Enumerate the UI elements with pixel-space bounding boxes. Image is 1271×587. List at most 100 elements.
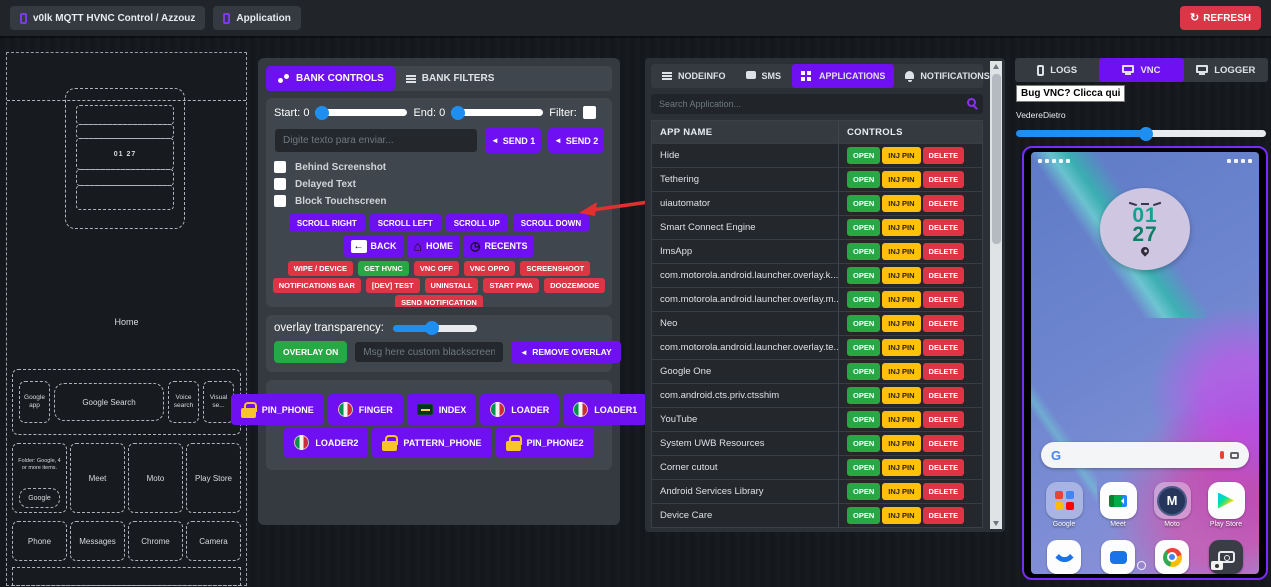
open-button[interactable]: OPEN bbox=[847, 507, 880, 524]
inject-loader1-button[interactable]: LOADER1 bbox=[563, 394, 647, 425]
app-moto[interactable]: M Moto bbox=[1147, 482, 1197, 528]
inj-pin-button[interactable]: INJ PIN bbox=[882, 219, 920, 236]
inject-index-button[interactable]: INDEX bbox=[407, 394, 477, 425]
open-button[interactable]: OPEN bbox=[847, 219, 880, 236]
start-pwa-button[interactable]: START PWA bbox=[483, 278, 539, 293]
wireframe-google-search[interactable]: Google Search bbox=[54, 383, 164, 421]
delete-button[interactable]: DELETE bbox=[923, 243, 965, 260]
wireframe-folder-google-button[interactable]: Google bbox=[19, 488, 60, 508]
scroll-left-button[interactable]: SCROLL LEFT bbox=[370, 214, 441, 232]
tab-bank-controls[interactable]: BANK CONTROLS bbox=[266, 66, 395, 91]
open-button[interactable]: OPEN bbox=[847, 339, 880, 356]
uninstall-button[interactable]: UNINSTALL bbox=[425, 278, 479, 293]
open-button[interactable]: OPEN bbox=[847, 243, 880, 260]
open-button[interactable]: OPEN bbox=[847, 387, 880, 404]
wireframe-google-folder[interactable]: Folder: Google, 4 or more items. Google bbox=[12, 443, 67, 513]
checkbox-block-touchscreen[interactable]: Block Touchscreen bbox=[274, 195, 604, 207]
scroll-down-arrow[interactable] bbox=[990, 518, 1002, 529]
inject-pin-phone2-button[interactable]: PIN_PHONE2 bbox=[496, 427, 594, 458]
checkbox-behind-screenshot[interactable]: Behind Screenshot bbox=[274, 161, 604, 173]
wireframe-box[interactable] bbox=[76, 169, 174, 186]
delete-button[interactable]: DELETE bbox=[923, 147, 965, 164]
nav-back-icon[interactable]: ‹ bbox=[1067, 559, 1071, 572]
checkbox-box[interactable] bbox=[274, 178, 286, 190]
inj-pin-button[interactable]: INJ PIN bbox=[882, 411, 920, 428]
send-text-input[interactable] bbox=[274, 128, 478, 153]
delete-button[interactable]: DELETE bbox=[923, 387, 965, 404]
wireframe-visual-search[interactable]: Visual se... bbox=[203, 381, 234, 423]
inj-pin-button[interactable]: INJ PIN bbox=[882, 363, 920, 380]
inj-pin-button[interactable]: INJ PIN bbox=[882, 483, 920, 500]
send1-button[interactable]: ► SEND 1 bbox=[485, 128, 541, 153]
tab-vnc[interactable]: VNC bbox=[1099, 58, 1183, 82]
wireframe-app-meet[interactable]: Meet bbox=[70, 443, 125, 513]
refresh-button[interactable]: ↻ REFRESH bbox=[1180, 6, 1261, 30]
wireframe-app-moto[interactable]: Moto bbox=[128, 443, 183, 513]
scroll-up-button[interactable]: SCROLL UP bbox=[446, 214, 508, 232]
open-button[interactable]: OPEN bbox=[847, 195, 880, 212]
delete-button[interactable]: DELETE bbox=[923, 171, 965, 188]
vedere-dietro-slider[interactable] bbox=[1016, 130, 1266, 137]
delete-button[interactable]: DELETE bbox=[923, 411, 965, 428]
home-button[interactable]: ⌂ HOME bbox=[407, 235, 460, 257]
search-application-input[interactable] bbox=[651, 94, 983, 114]
open-button[interactable]: OPEN bbox=[847, 435, 880, 452]
wireframe-voice-search[interactable]: Voice search bbox=[168, 381, 199, 423]
overlay-transparency-slider[interactable] bbox=[393, 325, 477, 332]
vnc-screen[interactable]: 01 27 G Google Meet M Moto bbox=[1031, 152, 1259, 574]
delete-button[interactable]: DELETE bbox=[923, 483, 965, 500]
delete-button[interactable]: DELETE bbox=[923, 363, 965, 380]
scroll-right-button[interactable]: SCROLL RIGHT bbox=[289, 214, 365, 232]
scroll-up-arrow[interactable] bbox=[990, 61, 1002, 72]
inject-pattern-phone-button[interactable]: PATTERN_PHONE bbox=[372, 427, 491, 458]
delete-button[interactable]: DELETE bbox=[923, 195, 965, 212]
doozemode-button[interactable]: DOOZEMODE bbox=[544, 278, 605, 293]
tab-applications[interactable]: APPLICATIONS bbox=[792, 64, 894, 88]
lens-camera-icon[interactable] bbox=[1230, 452, 1239, 459]
checkbox-delayed-text[interactable]: Delayed Text bbox=[274, 178, 604, 190]
delete-button[interactable]: DELETE bbox=[923, 507, 965, 524]
delete-button[interactable]: DELETE bbox=[923, 459, 965, 476]
inj-pin-button[interactable]: INJ PIN bbox=[882, 171, 920, 188]
wireframe-app-camera[interactable]: Camera bbox=[186, 521, 241, 561]
open-button[interactable]: OPEN bbox=[847, 147, 880, 164]
wireframe-app-messages[interactable]: Messages bbox=[70, 521, 125, 561]
wireframe-box[interactable] bbox=[76, 185, 174, 210]
delete-button[interactable]: DELETE bbox=[923, 435, 965, 452]
open-button[interactable]: OPEN bbox=[847, 411, 880, 428]
mic-icon[interactable] bbox=[1220, 451, 1224, 459]
nav-recents-icon[interactable] bbox=[1211, 561, 1223, 570]
delete-button[interactable]: DELETE bbox=[923, 339, 965, 356]
wireframe-clock-box[interactable]: 01 27 bbox=[76, 138, 174, 170]
wireframe-app-playstore[interactable]: Play Store bbox=[186, 443, 241, 513]
scroll-down-button[interactable]: SCROLL DOWN bbox=[513, 214, 589, 232]
nav-home-icon[interactable] bbox=[1137, 561, 1146, 570]
send2-button[interactable]: ► SEND 2 bbox=[548, 128, 604, 153]
vnc-oppo-button[interactable]: VNC OPPO bbox=[464, 261, 516, 276]
wireframe-google-app[interactable]: Google app bbox=[19, 381, 50, 423]
app-google-folder[interactable]: Google bbox=[1039, 482, 1089, 528]
inj-pin-button[interactable]: INJ PIN bbox=[882, 387, 920, 404]
dev-test-button[interactable]: [DEV] TEST bbox=[366, 278, 420, 293]
wireframe-box[interactable] bbox=[76, 124, 174, 139]
overlay-slider-thumb[interactable] bbox=[425, 321, 439, 335]
start-slider[interactable] bbox=[315, 109, 407, 116]
vnc-off-button[interactable]: VNC OFF bbox=[414, 261, 459, 276]
tab-logger[interactable]: LOGGER bbox=[1184, 58, 1268, 82]
inj-pin-button[interactable]: INJ PIN bbox=[882, 339, 920, 356]
search-icon[interactable] bbox=[967, 98, 976, 107]
notifications-bar-button[interactable]: NOTIFICATIONS BAR bbox=[273, 278, 361, 293]
inj-pin-button[interactable]: INJ PIN bbox=[882, 147, 920, 164]
overlay-message-input[interactable] bbox=[354, 341, 504, 363]
get-hvnc-button[interactable]: GET HVNC bbox=[358, 261, 409, 276]
brand-button[interactable]: v0lk MQTT HVNC Control / Azzouz bbox=[10, 6, 205, 30]
inj-pin-button[interactable]: INJ PIN bbox=[882, 507, 920, 524]
screenshoot-button[interactable]: SCREENSHOOT bbox=[520, 261, 590, 276]
open-button[interactable]: OPEN bbox=[847, 267, 880, 284]
tab-bank-filters[interactable]: BANK FILTERS bbox=[395, 66, 506, 91]
remove-overlay-button[interactable]: ► REMOVE OVERLAY bbox=[511, 341, 620, 363]
vnc-slider-thumb[interactable] bbox=[1139, 127, 1153, 141]
delete-button[interactable]: DELETE bbox=[923, 219, 965, 236]
start-slider-thumb[interactable] bbox=[315, 106, 329, 120]
wireframe-box[interactable] bbox=[76, 105, 174, 125]
